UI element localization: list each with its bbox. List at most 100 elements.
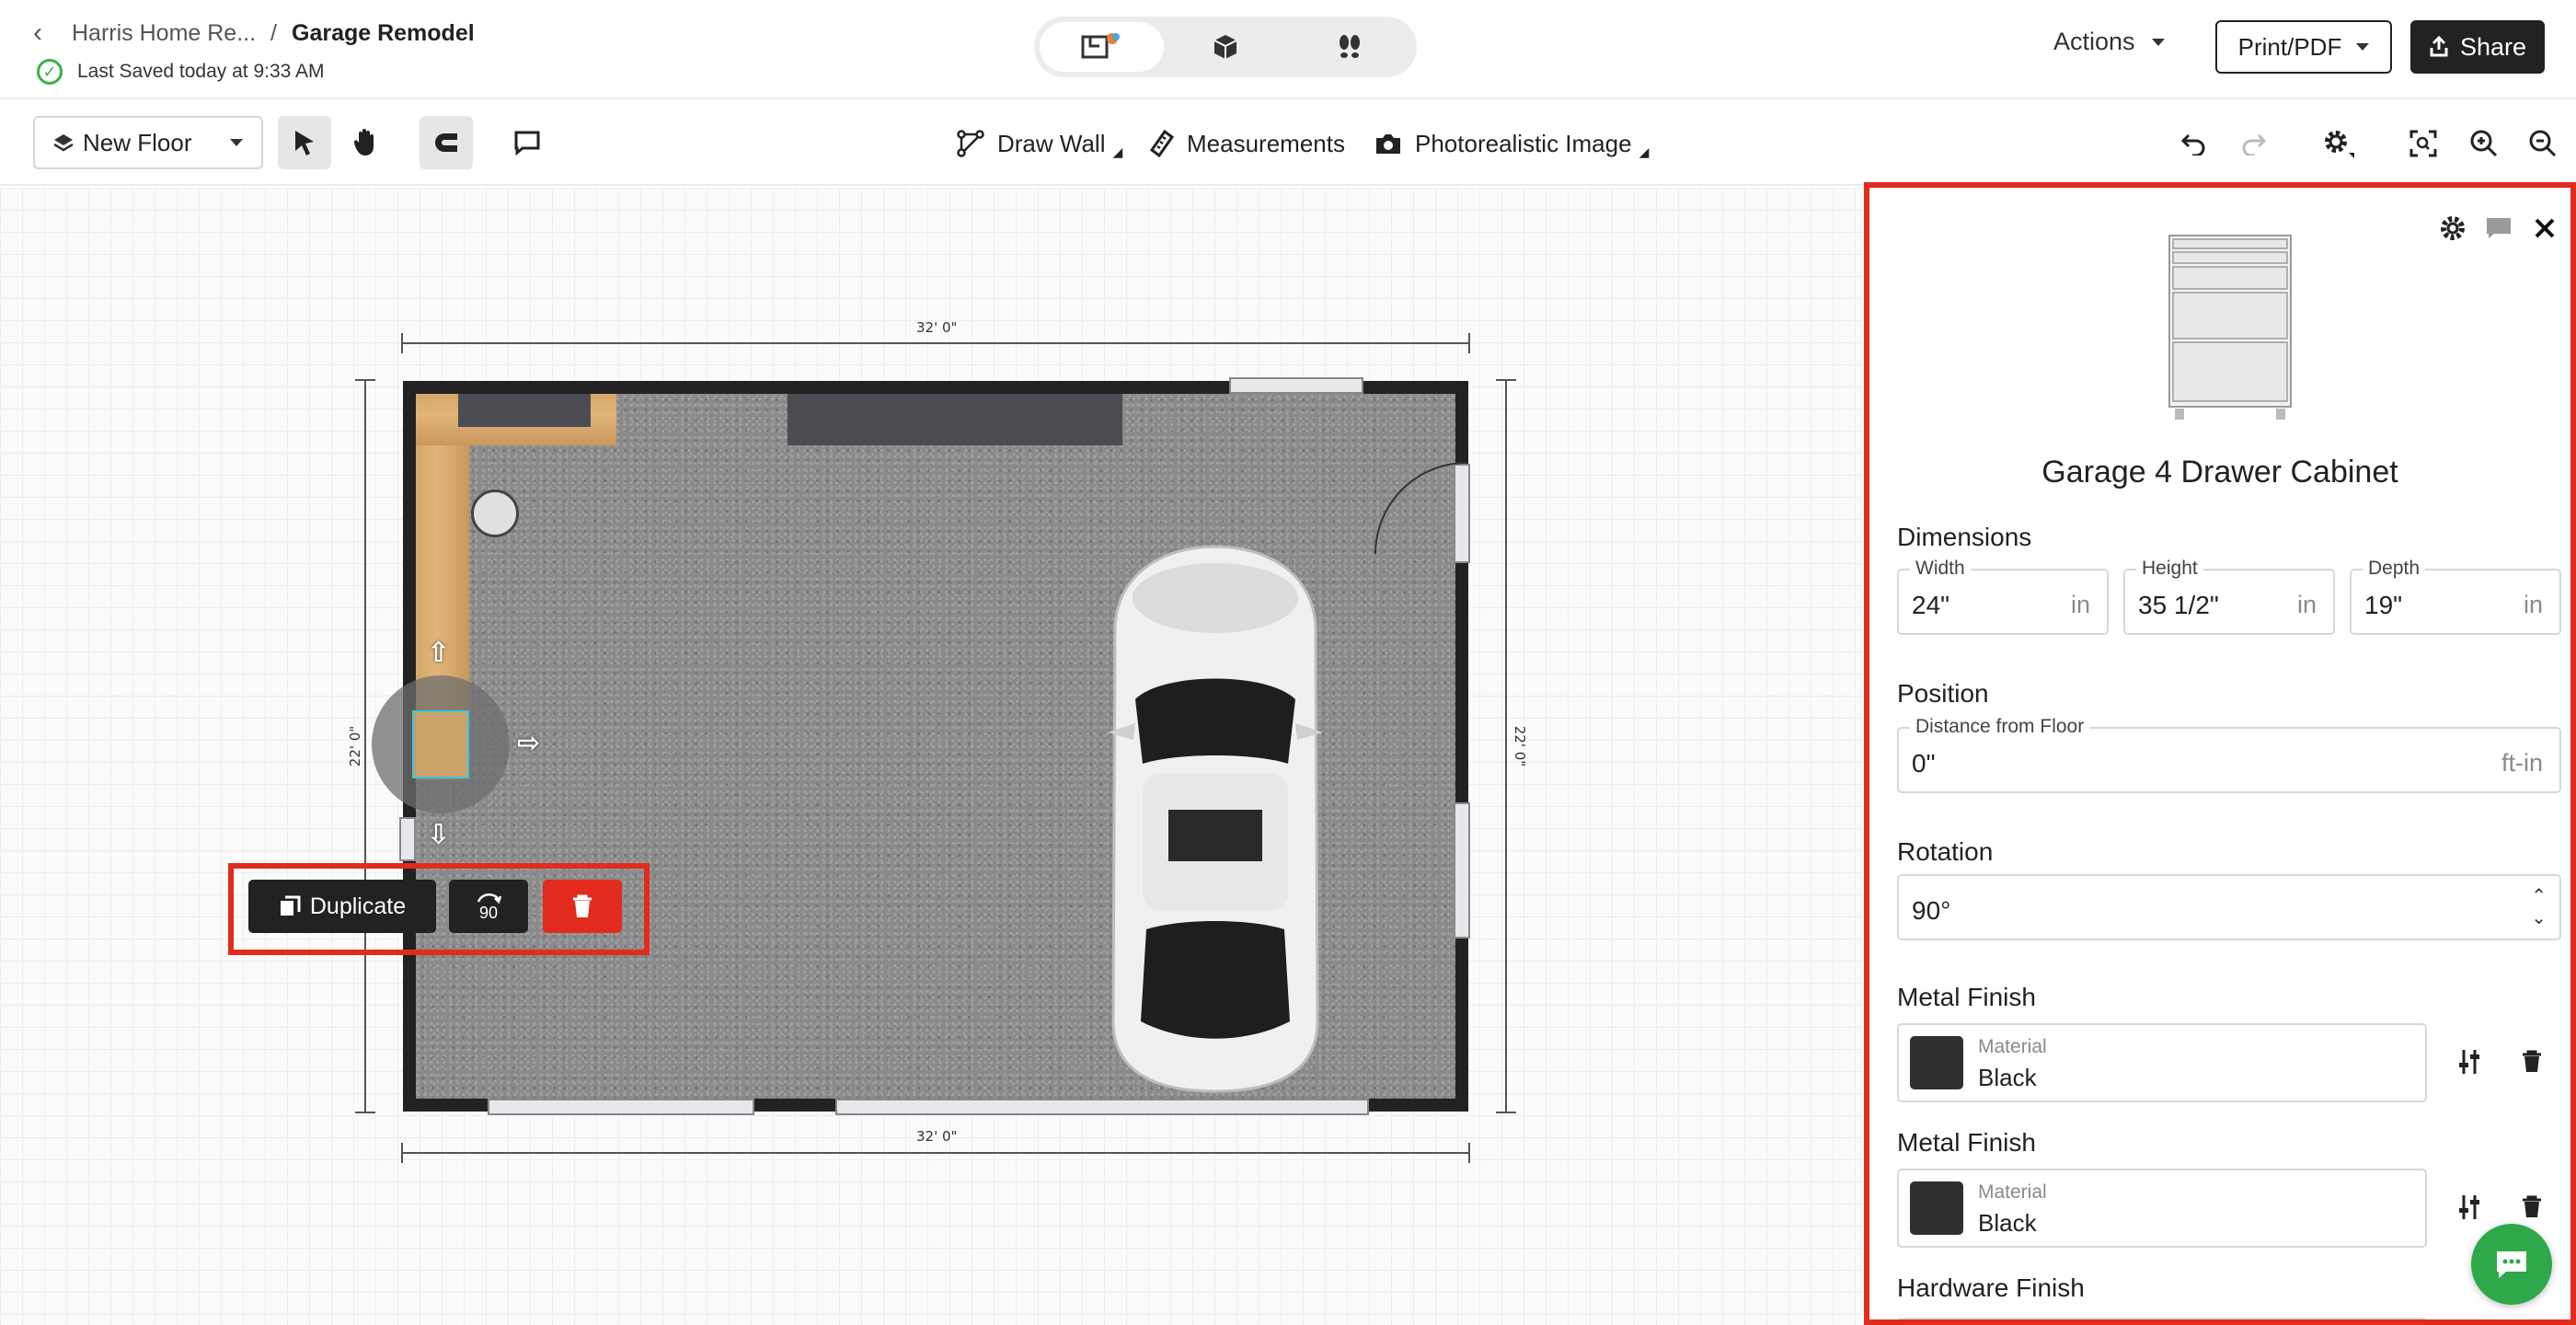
depth-field[interactable]: Depth 19" in [2350,558,2561,635]
delete-button[interactable] [543,880,622,933]
dimension-tick [1468,333,1470,353]
distance-from-floor-field[interactable]: Distance from Floor 0" ft-in [1897,716,2561,793]
draw-wall-icon [957,130,984,157]
select-tool-button[interactable] [278,116,331,169]
material-selector[interactable]: Material Black [1897,1023,2427,1102]
panel-close-button[interactable] [2528,212,2561,245]
chevron-left-icon[interactable]: ‹ [33,17,61,49]
dimension-tick [355,1112,375,1113]
window-left[interactable] [399,817,416,861]
car-model[interactable] [1108,543,1323,1095]
properties-panel: Garage 4 Drawer Cabinet Dimensions Width… [1864,182,2576,1325]
rotate-90-button[interactable]: 90 [449,880,528,933]
zoom-in-button[interactable] [2466,125,2502,162]
snap-toggle-button[interactable] [420,116,473,169]
stepper-chevrons-icon[interactable]: ⌃ ⌄ [2531,885,2547,929]
material-value: Black [1978,1064,2037,1091]
print-pdf-button[interactable]: Print/PDF [2215,20,2392,74]
chat-button[interactable] [2471,1224,2552,1305]
rotate-icon [477,893,502,904]
height-field-value: 35 1/2" [2138,591,2219,619]
layers-icon [53,134,74,152]
material-swatch [1910,1036,1963,1089]
footprints-icon [1339,35,1360,58]
cabinet-thumbnail [2168,235,2292,420]
redo-button[interactable] [2236,125,2272,162]
zoom-out-button[interactable] [2524,125,2561,162]
measurements-button[interactable]: Measurements [1150,123,1345,164]
view-3d-button[interactable] [1164,22,1288,72]
delete-material-button[interactable] [2513,1189,2550,1226]
width-field-label: Width [1910,558,1971,580]
undo-button[interactable] [2175,125,2212,162]
window-top[interactable] [1229,377,1363,394]
comment-tool-button[interactable] [500,116,554,169]
move-up-arrow-icon[interactable]: ⇧ [427,637,450,669]
photorealistic-image-label: Photorealistic Image [1415,129,1632,157]
dimensions-heading: Dimensions [1897,523,2032,551]
dimension-tick [355,379,375,381]
adjust-material-button[interactable] [2451,1043,2488,1080]
trash-icon [2523,1050,2541,1072]
trash-icon [2523,1195,2541,1217]
fit-screen-icon [2409,130,2437,157]
floor-selector[interactable]: New Floor [33,116,263,169]
actions-label: Actions [2053,28,2135,55]
view-walkthrough-button[interactable] [1287,22,1411,72]
main-toolbar: New Floor Draw Wall ◢ Measurements Photo… [0,101,2576,186]
hand-icon [353,129,374,156]
fit-to-screen-button[interactable] [2405,125,2442,162]
sliders-icon [2459,1050,2479,1074]
floor-selector-label: New Floor [83,128,192,156]
breadcrumb-parent[interactable]: Harris Home Re... [72,20,256,47]
selected-cabinet[interactable] [412,710,469,778]
draw-wall-button[interactable]: Draw Wall ◢ [957,123,1122,164]
right-dimension-line [1505,379,1507,1113]
rotation-heading: Rotation [1897,837,1994,866]
zoom-out-icon [2529,130,2557,157]
top-dimension-line [401,342,1470,344]
storage-shelf[interactable] [788,394,1122,445]
height-field[interactable]: Height 35 1/2" in [2123,558,2335,635]
panel-comment-button[interactable] [2482,212,2515,245]
actions-menu[interactable]: Actions [2053,28,2165,56]
hardware-material-selector[interactable] [1897,1318,2427,1319]
gear-icon [2441,216,2465,240]
distance-field-unit: ft-in [2501,749,2543,777]
photorealistic-image-button[interactable]: Photorealistic Image ◢ [1374,123,1649,164]
window-bottom-left[interactable] [488,1099,754,1115]
view-2d-button[interactable] [1040,22,1164,72]
garage-door[interactable] [835,1099,1369,1115]
zoom-in-icon [2470,130,2498,157]
caret-down-icon [230,139,243,146]
height-field-label: Height [2136,558,2203,580]
delete-material-button[interactable] [2513,1043,2550,1080]
settings-button[interactable] [2315,125,2363,162]
adjust-material-button[interactable] [2451,1189,2488,1226]
wall-cabinet[interactable] [458,394,591,427]
left-dimension-line [364,379,366,1113]
bottom-dimension-line [401,1152,1470,1154]
dimension-tick [1468,1143,1470,1163]
save-status: ✓ Last Saved today at 9:33 AM [37,59,325,85]
width-field[interactable]: Width 24" in [1897,558,2109,635]
material-selector[interactable]: Material Black [1897,1169,2427,1248]
material-value: Black [1978,1209,2037,1237]
dimension-tick [1496,379,1516,381]
width-field-value: 24" [1912,591,1950,619]
window-right[interactable] [1454,802,1470,939]
duplicate-button[interactable]: Duplicate [248,880,436,933]
camera-icon [1376,134,1400,154]
move-down-arrow-icon[interactable]: ⇩ [427,819,450,851]
water-heater[interactable] [471,490,519,537]
height-field-unit: in [2296,591,2317,618]
distance-field-label: Distance from Floor [1910,716,2090,738]
panel-settings-button[interactable] [2436,212,2469,245]
material-label: Material [1978,1036,2047,1057]
share-button[interactable]: Share [2410,20,2545,74]
share-icon [2430,36,2448,57]
rotation-field[interactable]: 90° ⌃ ⌄ [1897,874,2561,940]
close-icon [2535,218,2555,238]
move-right-arrow-icon[interactable]: ⇨ [517,727,540,759]
pan-tool-button[interactable] [339,116,392,169]
